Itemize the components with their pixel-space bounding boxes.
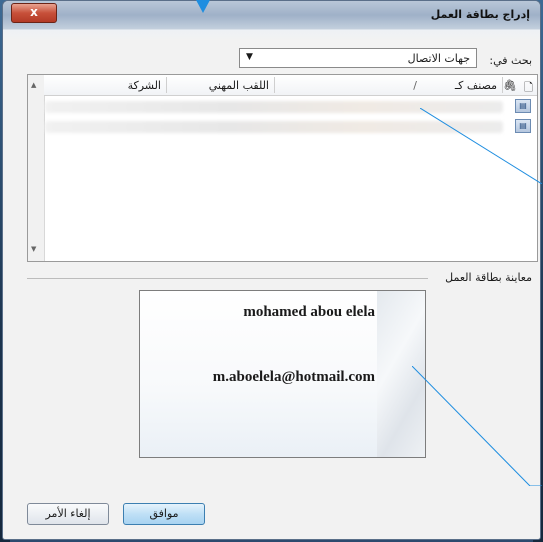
- ok-button[interactable]: موافق: [123, 503, 205, 525]
- dialog-title: إدراج بطاقة العمل: [430, 8, 530, 21]
- item-type-icon[interactable]: 🗋: [524, 79, 533, 98]
- contact-row[interactable]: ▤: [45, 97, 535, 115]
- blurred-contact-details: [45, 101, 503, 113]
- column-filed-as[interactable]: مصنف كـ: [455, 79, 497, 92]
- insert-business-card-dialog: إدراج بطاقة العمل x بحث في: جهات الاتصال…: [2, 0, 541, 540]
- preview-section-label: معاينة بطاقة العمل: [445, 271, 532, 284]
- business-card-preview: mohamed abou elela m.aboelela@hotmail.co…: [139, 290, 426, 458]
- scroll-down-icon[interactable]: ▼: [31, 245, 36, 253]
- card-name: mohamed abou elela: [243, 304, 375, 320]
- card-decoration: [377, 291, 425, 457]
- sort-indicator: /: [413, 79, 417, 92]
- blurred-contact-details: [45, 121, 503, 133]
- section-divider: [27, 278, 428, 279]
- search-in-value: جهات الاتصال: [407, 52, 470, 65]
- column-divider: [274, 77, 275, 93]
- column-divider: [502, 77, 503, 93]
- scroll-up-icon[interactable]: ▲: [31, 81, 36, 89]
- list-header: 🗋 🖇 مصنف كـ / اللقب المهني الشركة: [44, 75, 537, 96]
- contact-row[interactable]: ▤: [45, 117, 535, 135]
- attachment-icon[interactable]: 🖇: [503, 79, 517, 92]
- pointer-arrow-icon: [196, 0, 210, 13]
- list-scrollbar[interactable]: ▲ ▼: [28, 75, 45, 261]
- cancel-button[interactable]: إلغاء الأمر: [27, 503, 109, 525]
- chevron-down-icon: ▼: [246, 52, 253, 62]
- contacts-list[interactable]: ▲ ▼ 🗋 🖇 مصنف كـ / اللقب المهني الشركة ▤ …: [27, 74, 538, 262]
- column-job-title[interactable]: اللقب المهني: [209, 79, 269, 92]
- title-bar: إدراج بطاقة العمل x: [3, 1, 540, 29]
- card-email: m.aboelela@hotmail.com: [212, 369, 375, 385]
- search-in-label: بحث في:: [489, 54, 532, 67]
- contact-card-icon: ▤: [515, 99, 531, 113]
- contact-card-icon: ▤: [515, 119, 531, 133]
- search-in-dropdown[interactable]: جهات الاتصال ▼: [239, 48, 477, 68]
- close-button[interactable]: x: [11, 3, 57, 23]
- column-company[interactable]: الشركة: [128, 79, 161, 92]
- column-divider: [166, 77, 167, 93]
